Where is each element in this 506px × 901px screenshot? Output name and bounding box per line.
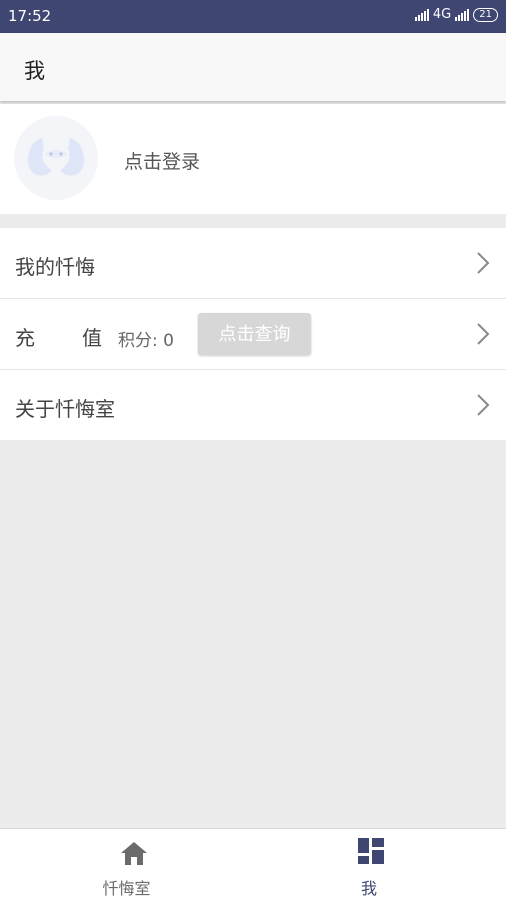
menu-item-label: 我的忏悔 [15, 255, 95, 279]
status-time: 17:52 [8, 7, 52, 25]
tab-me[interactable]: 我 [253, 829, 506, 901]
signal-icon-2 [455, 8, 470, 21]
chevron-right-icon [477, 323, 490, 345]
recharge-label-second: 值 [82, 326, 102, 350]
login-card[interactable]: 点击登录 [0, 104, 506, 214]
avatar-logo-icon [27, 138, 85, 176]
page-title: 我 [24, 59, 45, 83]
menu-item-recharge[interactable]: 充 值 积分: 0 点击查询 [0, 299, 506, 370]
login-prompt[interactable]: 点击登录 [124, 147, 200, 174]
avatar[interactable] [14, 116, 98, 200]
menu-item-label: 关于忏悔室 [15, 397, 115, 421]
tab-confession-room[interactable]: 忏悔室 [0, 829, 253, 901]
recharge-label-first: 充 [15, 326, 35, 350]
status-icons: 4G 21 [414, 7, 498, 22]
battery-icon: 21 [473, 7, 498, 22]
bottom-nav: 忏悔室 我 [0, 828, 506, 901]
dashboard-icon [358, 838, 384, 864]
points-value: 积分: 0 [118, 331, 174, 351]
status-bar: 17:52 4G 21 [0, 0, 506, 33]
tab-label: 我 [361, 879, 378, 898]
query-points-button[interactable]: 点击查询 [198, 313, 311, 355]
menu-item-about[interactable]: 关于忏悔室 [0, 370, 506, 440]
signal-icon [414, 8, 429, 21]
chevron-right-icon [477, 394, 490, 416]
menu-item-my-confessions[interactable]: 我的忏悔 [0, 228, 506, 299]
settings-menu: 我的忏悔 充 值 积分: 0 点击查询 关于忏悔室 [0, 228, 506, 440]
chevron-right-icon [477, 252, 490, 274]
network-type: 4G [432, 7, 452, 22]
tab-label: 忏悔室 [102, 879, 151, 898]
home-icon [121, 842, 147, 865]
app-bar: 我 [0, 33, 506, 101]
